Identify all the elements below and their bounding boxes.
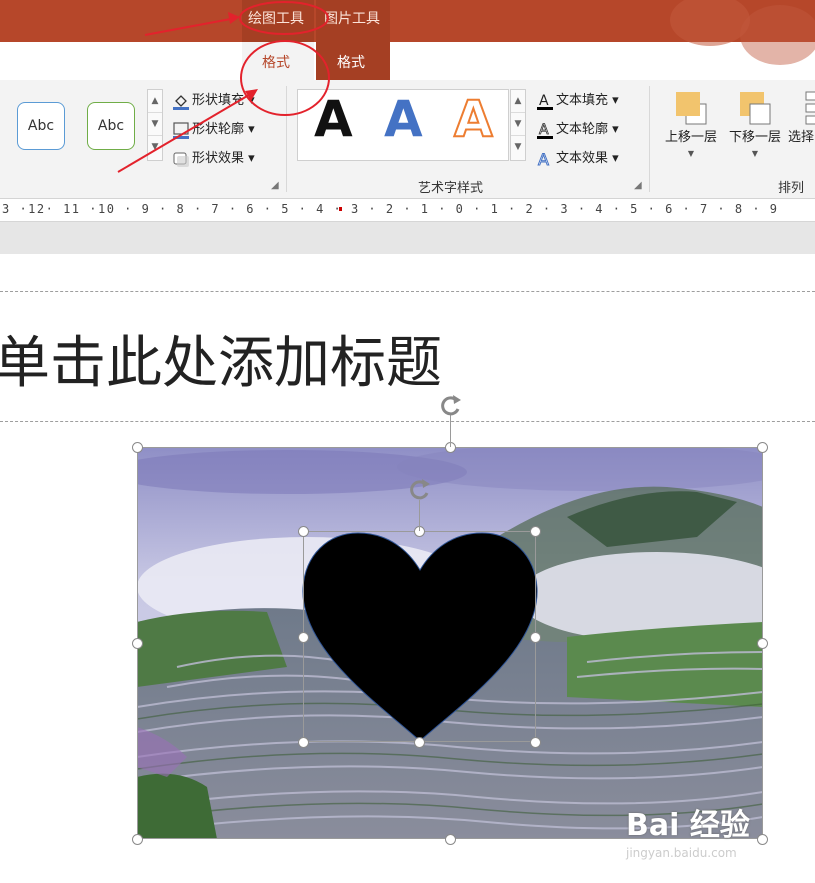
watermark-url: jingyan.baidu.com bbox=[626, 846, 737, 860]
slide-title-placeholder[interactable]: 单击此处添加标题 bbox=[0, 318, 442, 399]
heart-rotate-line bbox=[419, 500, 420, 531]
picture-rotate-line bbox=[450, 414, 451, 447]
title-placeholder-top-border bbox=[0, 291, 815, 292]
resize-handle-sw[interactable] bbox=[132, 834, 143, 845]
heart-handle-sw[interactable] bbox=[298, 737, 309, 748]
heart-handle-nw[interactable] bbox=[298, 526, 309, 537]
heart-handle-e[interactable] bbox=[530, 632, 541, 643]
red-annotations bbox=[117, 1, 330, 173]
baidu-watermark: Bai 经验 bbox=[626, 808, 750, 843]
resize-handle-se[interactable] bbox=[757, 834, 768, 845]
resize-handle-ne[interactable] bbox=[757, 442, 768, 453]
heart-handle-w[interactable] bbox=[298, 632, 309, 643]
heart-handle-s[interactable] bbox=[414, 737, 425, 748]
heart-handle-ne[interactable] bbox=[530, 526, 541, 537]
picture-rotate-handle-icon[interactable] bbox=[437, 392, 465, 418]
heart-selection-box bbox=[303, 531, 536, 742]
heart-rotate-handle-icon[interactable] bbox=[406, 476, 434, 502]
resize-handle-s[interactable] bbox=[445, 834, 456, 845]
heart-handle-se[interactable] bbox=[530, 737, 541, 748]
resize-handle-e[interactable] bbox=[757, 638, 768, 649]
resize-handle-w[interactable] bbox=[132, 638, 143, 649]
title-placeholder-bottom-border bbox=[0, 421, 815, 422]
resize-handle-nw[interactable] bbox=[132, 442, 143, 453]
